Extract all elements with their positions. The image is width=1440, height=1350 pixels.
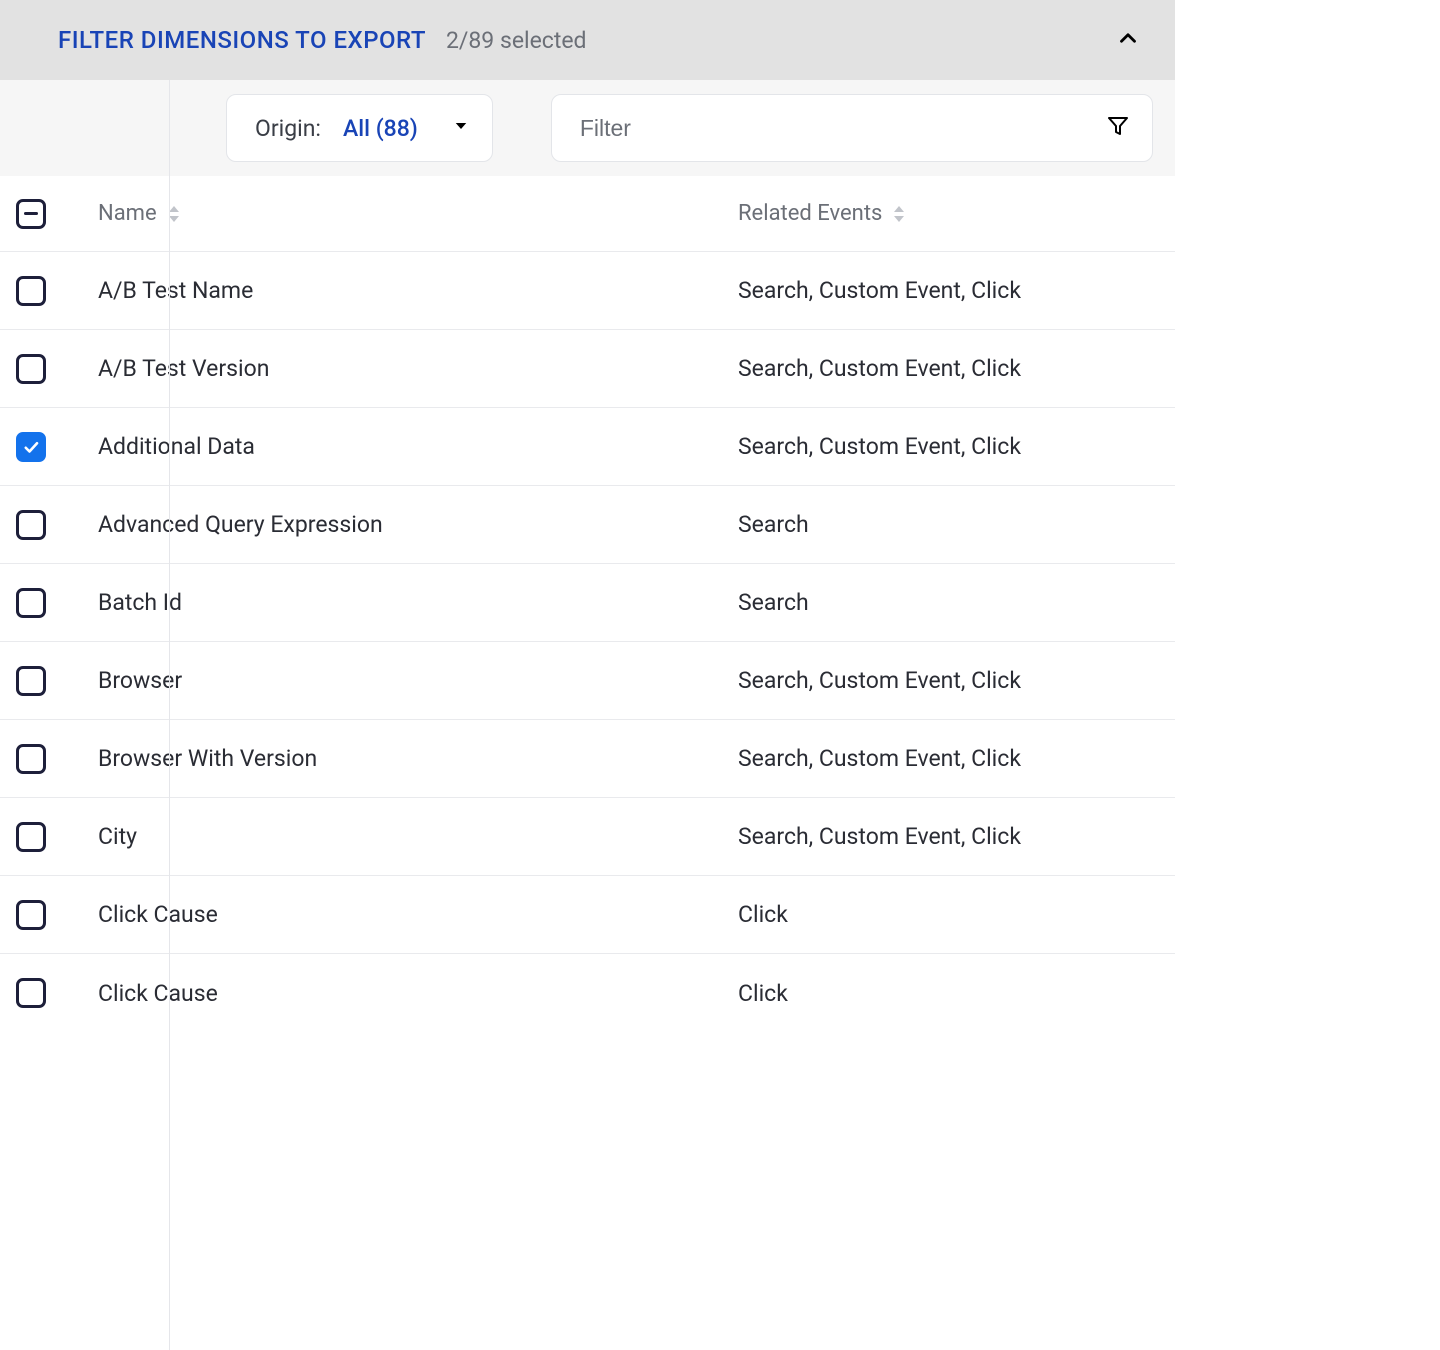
funnel-icon[interactable] xyxy=(1106,114,1130,142)
selected-count: 2/89 selected xyxy=(446,27,587,54)
table-body: A/B Test NameSearch, Custom Event, Click… xyxy=(0,252,1175,1032)
column-header-name[interactable]: Name xyxy=(98,201,738,226)
origin-dropdown[interactable]: Origin: All (88) xyxy=(226,94,493,162)
table-row[interactable]: Click CauseClick xyxy=(0,954,1175,1032)
row-events: Search, Custom Event, Click xyxy=(738,277,1021,304)
row-events: Search xyxy=(738,511,809,538)
left-margin-divider xyxy=(0,80,170,1350)
row-events: Search xyxy=(738,589,809,616)
table-row[interactable]: BrowserSearch, Custom Event, Click xyxy=(0,642,1175,720)
origin-label: Origin: xyxy=(255,115,321,142)
row-events: Search, Custom Event, Click xyxy=(738,745,1021,772)
filter-bar: Origin: All (88) xyxy=(0,80,1175,176)
row-events: Search, Custom Event, Click xyxy=(738,823,1021,850)
row-events: Click xyxy=(738,901,788,928)
row-events: Click xyxy=(738,980,788,1007)
table-row[interactable]: A/B Test VersionSearch, Custom Event, Cl… xyxy=(0,330,1175,408)
table-row[interactable]: Additional DataSearch, Custom Event, Cli… xyxy=(0,408,1175,486)
filter-input-container xyxy=(551,94,1153,162)
origin-value: All (88) xyxy=(343,115,418,142)
table-row[interactable]: A/B Test NameSearch, Custom Event, Click xyxy=(0,252,1175,330)
chevron-up-icon[interactable] xyxy=(1115,25,1141,55)
sort-icon xyxy=(892,205,906,223)
row-events: Search, Custom Event, Click xyxy=(738,355,1021,382)
panel-header[interactable]: FILTER DIMENSIONS TO EXPORT 2/89 selecte… xyxy=(0,0,1175,80)
table-row[interactable]: Click CauseClick xyxy=(0,876,1175,954)
panel-title: FILTER DIMENSIONS TO EXPORT xyxy=(58,26,426,54)
row-events: Search, Custom Event, Click xyxy=(738,433,1021,460)
filter-input[interactable] xyxy=(580,115,1106,142)
table-row[interactable]: CitySearch, Custom Event, Click xyxy=(0,798,1175,876)
table-row[interactable]: Batch IdSearch xyxy=(0,564,1175,642)
column-label: Related Events xyxy=(738,201,882,226)
table-row[interactable]: Advanced Query ExpressionSearch xyxy=(0,486,1175,564)
table-row[interactable]: Browser With VersionSearch, Custom Event… xyxy=(0,720,1175,798)
row-events: Search, Custom Event, Click xyxy=(738,667,1021,694)
column-header-events[interactable]: Related Events xyxy=(738,201,1159,226)
caret-down-icon xyxy=(452,117,470,139)
table-header: Name Related Events xyxy=(0,176,1175,252)
